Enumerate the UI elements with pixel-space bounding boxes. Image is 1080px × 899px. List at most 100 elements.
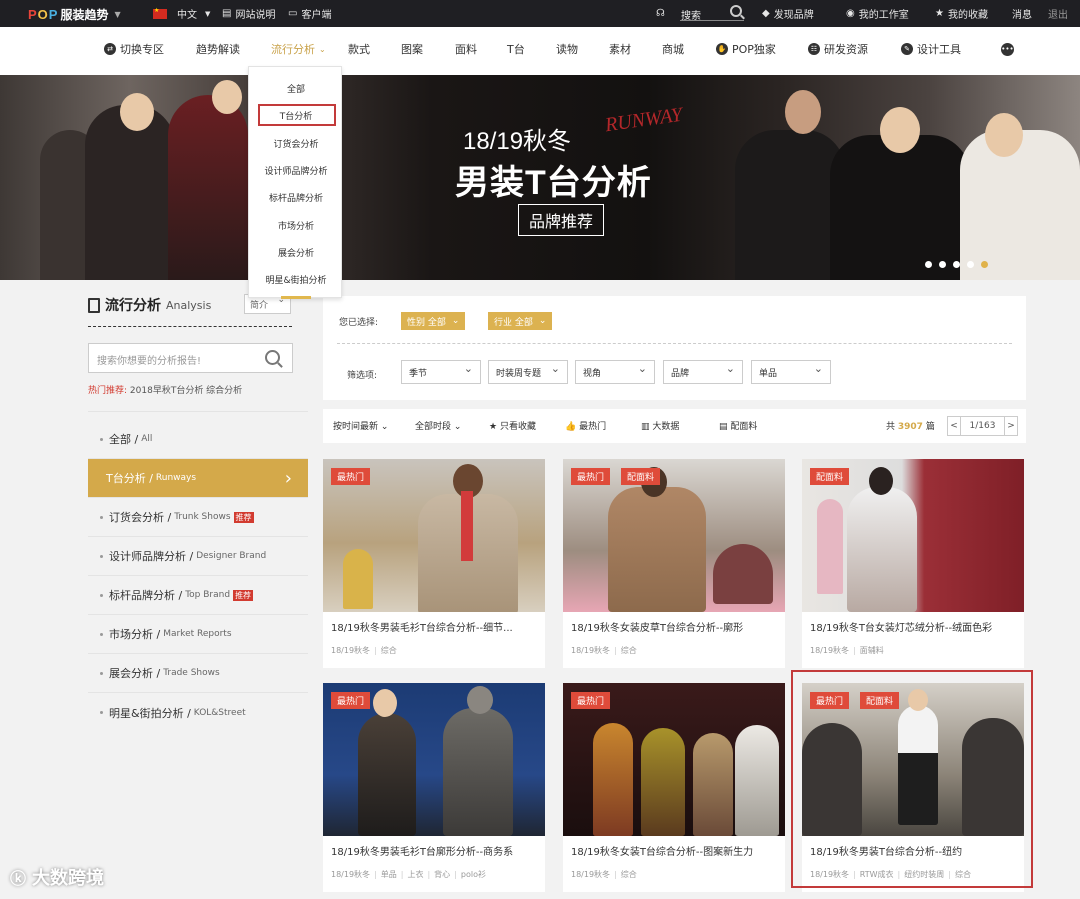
tag[interactable]: 综合 — [621, 870, 637, 879]
dropdown-item-all[interactable]: 全部 — [249, 82, 343, 95]
nav-switch-zone[interactable]: ⇄ 切换专区 — [104, 40, 164, 58]
chat-icon: ☷ — [808, 43, 820, 55]
banner-title: 男装T台分析 — [455, 164, 652, 202]
scarf-graphic — [461, 491, 473, 561]
sort-latest-dropdown[interactable]: 按时间最新 ⌄ — [333, 419, 388, 432]
nav-styles[interactable]: 款式 — [348, 40, 370, 58]
carousel-dot[interactable] — [939, 261, 946, 268]
nav-books[interactable]: 读物 — [556, 40, 578, 58]
tag[interactable]: 18/19秋冬 — [810, 646, 849, 655]
workspace-link[interactable]: ◉ 我的工作室 — [846, 6, 909, 21]
search-icon[interactable] — [730, 5, 742, 17]
carousel-dot[interactable] — [953, 261, 960, 268]
sidebar-item-market-reports[interactable]: 市场分析 / Market Reports — [88, 615, 308, 654]
headset-icon[interactable]: ☊ — [656, 6, 665, 21]
tag[interactable]: 18/19秋冬 — [331, 646, 370, 655]
sidebar-item-trade-shows[interactable]: 展会分析 / Trade Shows — [88, 654, 308, 693]
tag[interactable]: 综合 — [381, 646, 397, 655]
sidebar-item-runways[interactable]: T台分析 / Runways › — [88, 459, 308, 498]
hot-links[interactable]: 2018早秋T台分析 综合分析 — [130, 386, 242, 396]
nav-rd-resources[interactable]: ☷ 研发资源 — [808, 40, 868, 58]
article-card[interactable]: 配面料 18/19秋冬T台女装灯芯绒分析--绒面色彩 18/19秋冬 | 面辅料 — [802, 459, 1024, 668]
nav-materials[interactable]: 素材 — [609, 40, 631, 58]
nav-patterns[interactable]: 图案 — [401, 40, 423, 58]
report-search-input[interactable]: 搜索你想要的分析报告! — [88, 343, 293, 373]
card-title[interactable]: 18/19秋冬女装皮草T台综合分析--廓形 — [571, 619, 781, 634]
article-card[interactable]: 最热门 18/19秋冬女装T台综合分析--图案新生力 18/19秋冬 | 综合 — [563, 683, 785, 892]
sidebar-item-top-brand[interactable]: 标杆品牌分析 / Top Brand 推荐 — [88, 576, 308, 615]
article-card[interactable]: 最热门 配面料 18/19秋冬女装皮草T台综合分析--廓形 18/19秋冬 | 综合 — [563, 459, 785, 668]
dropdown-item-trade-shows[interactable]: 展会分析 — [249, 246, 343, 259]
brand-select[interactable]: 品牌 — [663, 360, 743, 384]
nav-runway[interactable]: T台 — [507, 40, 525, 58]
nav-mall[interactable]: 商城 — [662, 40, 684, 58]
sidebar-item-trunk-shows[interactable]: 订货会分析 / Trunk Shows 推荐 — [88, 498, 308, 537]
filter-chip-gender[interactable]: 性别 全部 ⌄ — [401, 312, 466, 330]
model-figure — [443, 708, 513, 836]
dropdown-item-top-brand[interactable]: 标杆品牌分析 — [249, 191, 343, 204]
nav-trend-reading[interactable]: 趋势解读 — [196, 40, 240, 58]
tag[interactable]: polo衫 — [461, 870, 486, 879]
article-card[interactable]: 最热门 18/19秋冬男装毛衫T台综合分析--细节... 18/19秋冬 | 综合 — [323, 459, 545, 668]
nav-design-tools[interactable]: ✎ 设计工具 — [901, 40, 961, 58]
item-select[interactable]: 单品 — [751, 360, 831, 384]
logout-link[interactable]: 退出 — [1048, 6, 1068, 21]
site-guide-link[interactable]: ▤ 网站说明 — [222, 6, 275, 21]
client-link[interactable]: ▭ 客户端 — [288, 6, 331, 21]
sidebar-item-designer-brand[interactable]: 设计师品牌分析 / Designer Brand — [88, 537, 308, 576]
logo[interactable]: POP 服装趋势 ▼ — [28, 6, 121, 22]
tag[interactable]: 上衣 — [407, 870, 423, 879]
tag[interactable]: 单品 — [381, 870, 397, 879]
divider — [337, 343, 1012, 344]
tag[interactable]: 综合 — [621, 646, 637, 655]
hot-label: 热门推荐: — [88, 386, 128, 396]
fabric-toggle[interactable]: ▤ 配面料 — [719, 419, 757, 432]
language-selector[interactable]: 中文 ▼ — [153, 6, 210, 21]
hero-banner[interactable]: 18/19秋冬 RUNWAY 男装T台分析 品牌推荐 — [0, 75, 1080, 280]
carousel-dot-active[interactable] — [981, 261, 988, 268]
favorites-link[interactable]: ★ 我的收藏 — [935, 6, 988, 21]
tag[interactable]: 18/19秋冬 — [571, 870, 610, 879]
tag[interactable]: 面辅料 — [860, 646, 884, 655]
nav-pop-exclusive[interactable]: ✋ POP独家 — [716, 40, 776, 58]
dropdown-item-kol-street[interactable]: 明星&街拍分析 — [249, 273, 343, 286]
chevron-down-icon[interactable]: ▼ — [114, 10, 120, 19]
brand-name: 服装趋势 — [60, 7, 109, 22]
article-card[interactable]: 最热门 18/19秋冬男装毛衫T台廓形分析--商务系 18/19秋冬 | 单品 | 上衣… — [323, 683, 545, 892]
filter-chip-industry[interactable]: 行业 全部 ⌄ — [488, 312, 553, 330]
next-page-button[interactable]: > — [1004, 416, 1018, 436]
tag[interactable]: 18/19秋冬 — [331, 870, 370, 879]
season-select[interactable]: 季节 — [401, 360, 481, 384]
hottest-label: 最热门 — [579, 422, 607, 432]
highlight-box — [258, 104, 336, 126]
card-title[interactable]: 18/19秋冬女装T台综合分析--图案新生力 — [571, 843, 781, 858]
discover-brand-link[interactable]: ◆ 发现品牌 — [762, 6, 814, 21]
period-dropdown[interactable]: 全部时段 ⌄ — [415, 419, 461, 432]
bigdata-toggle[interactable]: ▥ 大数据 — [641, 419, 679, 432]
card-title[interactable]: 18/19秋冬T台女装灯芯绒分析--绒面色彩 — [810, 619, 1020, 634]
card-title[interactable]: 18/19秋冬男装毛衫T台廓形分析--商务系 — [331, 843, 541, 858]
dropdown-item-market[interactable]: 市场分析 — [249, 219, 343, 232]
dropdown-item-trunk-shows[interactable]: 订货会分析 — [249, 137, 343, 150]
view-select[interactable]: 视角 — [575, 360, 655, 384]
trend-analysis-dropdown: 全部 T台分析 订货会分析 设计师品牌分析 标杆品牌分析 市场分析 展会分析 明… — [248, 66, 343, 299]
messages-link[interactable]: 消息 — [1012, 6, 1032, 21]
search-icon[interactable] — [265, 350, 280, 365]
more-icon[interactable]: ••• — [1001, 40, 1014, 58]
carousel-dot[interactable] — [925, 261, 932, 268]
fashion-week-select[interactable]: 时装周专题 — [488, 360, 568, 384]
sidebar-title: 流行分析 Analysis — [88, 295, 211, 315]
hottest-toggle[interactable]: 👍 最热门 — [565, 419, 606, 432]
monitor-icon: ▭ — [288, 8, 298, 19]
tag[interactable]: 18/19秋冬 — [571, 646, 610, 655]
favorites-only-toggle[interactable]: ★ 只看收藏 — [489, 419, 536, 432]
tag[interactable]: 背心 — [434, 870, 450, 879]
dropdown-item-designer-brand[interactable]: 设计师品牌分析 — [249, 164, 343, 177]
card-title[interactable]: 18/19秋冬男装毛衫T台综合分析--细节... — [331, 619, 541, 634]
carousel-dot[interactable] — [967, 261, 974, 268]
nav-fabrics[interactable]: 面料 — [455, 40, 477, 58]
sidebar-item-all[interactable]: 全部 / All — [88, 420, 308, 459]
sidebar-item-kol-street[interactable]: 明星&街拍分析 / KOL&Street — [88, 693, 308, 732]
nav-trend-analysis[interactable]: 流行分析 ⌄ — [271, 40, 326, 58]
prev-page-button[interactable]: < — [947, 416, 961, 436]
